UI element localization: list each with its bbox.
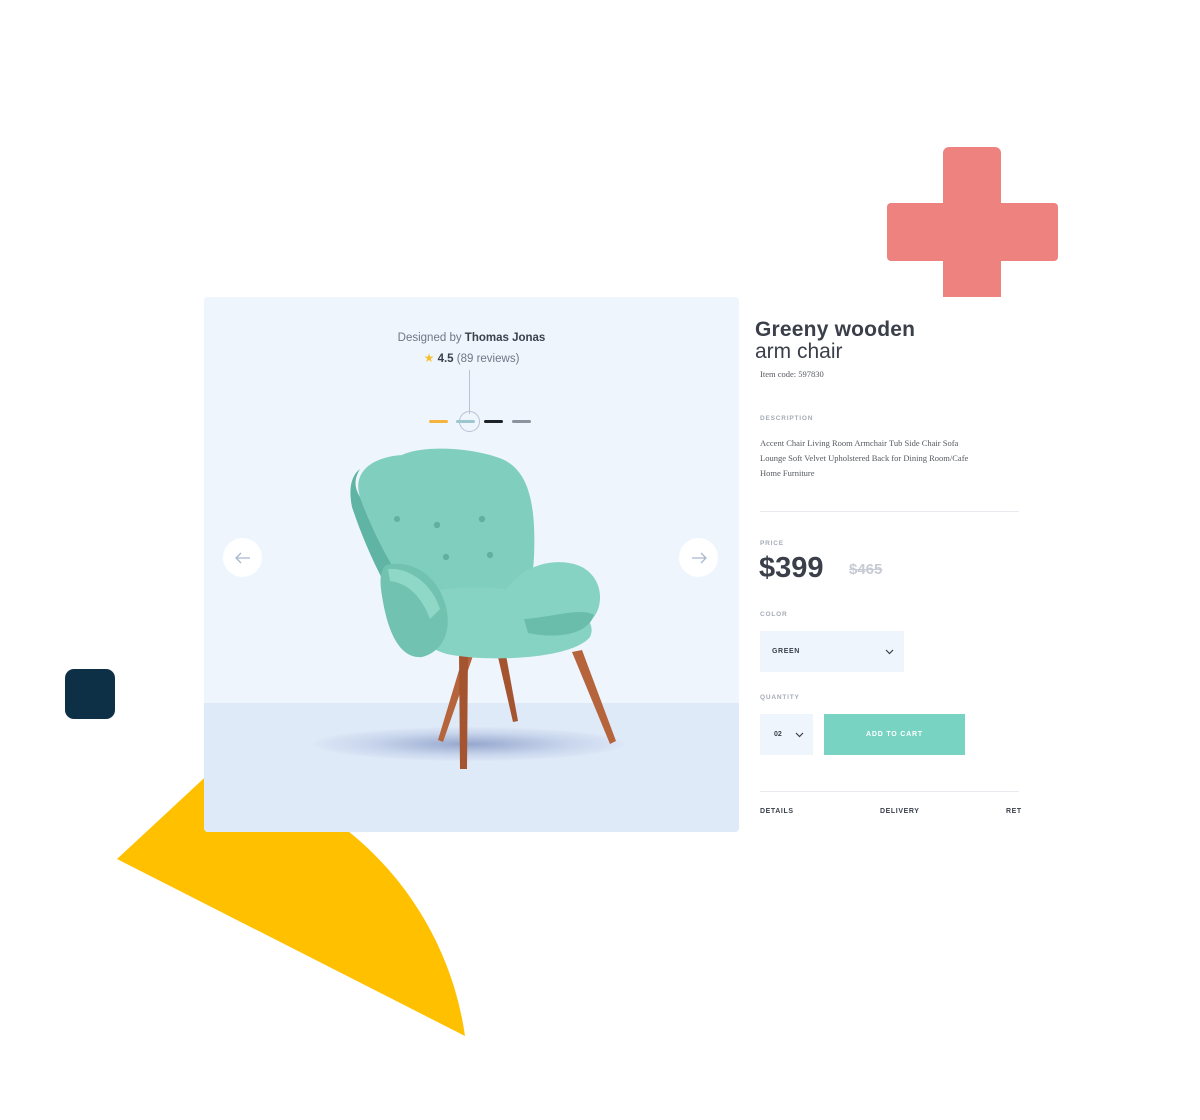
divider — [760, 791, 1019, 792]
rating: ★ 4.5 (89 reviews) — [204, 351, 739, 365]
color-select-value: GREEN — [772, 648, 800, 655]
quantity-label: QUANTITY — [760, 694, 800, 701]
tab-delivery[interactable]: DELIVERY — [880, 808, 920, 815]
color-swatch-orange[interactable] — [429, 420, 448, 423]
item-code: Item code: 597830 — [760, 369, 824, 379]
color-swatch-gray[interactable] — [512, 420, 531, 423]
tab-returns[interactable]: RET — [1006, 808, 1022, 815]
divider — [760, 511, 1019, 512]
chevron-down-icon — [795, 732, 804, 737]
review-count[interactable]: (89 reviews) — [457, 353, 520, 365]
arrow-right-icon — [691, 552, 707, 563]
product-image-panel: Designed by Thomas Jonas ★ 4.5 (89 revie… — [204, 297, 739, 832]
product-subtitle: arm chair — [755, 340, 843, 363]
quantity-select[interactable]: 02 — [760, 714, 813, 755]
rating-value: 4.5 — [437, 353, 454, 365]
decorative-cross-horizontal — [887, 203, 1058, 261]
product-title: Greeny wooden — [755, 318, 916, 341]
add-to-cart-button[interactable]: ADD TO CART — [824, 714, 965, 755]
description-line: Home Furniture — [760, 468, 815, 478]
color-swatch-black[interactable] — [484, 420, 503, 423]
star-icon: ★ — [423, 351, 435, 365]
chevron-down-icon — [885, 649, 894, 654]
designer-credit: Designed by Thomas Jonas — [204, 332, 739, 344]
color-label: COLOR — [760, 611, 788, 618]
price-label: PRICE — [760, 540, 784, 547]
description-line: Accent Chair Living Room Armchair Tub Si… — [760, 438, 959, 448]
quantity-select-value: 02 — [774, 731, 782, 738]
description-label: DESCRIPTION — [760, 415, 814, 422]
color-swatch-teal[interactable] — [456, 420, 475, 423]
decorative-square — [65, 669, 115, 719]
swatch-pointer-line — [469, 370, 470, 414]
next-image-button[interactable] — [679, 538, 718, 577]
tab-details[interactable]: DETAILS — [760, 808, 794, 815]
color-select[interactable]: GREEN — [760, 631, 904, 672]
old-price: $465 — [849, 561, 883, 578]
price: $399 — [759, 552, 824, 584]
designer-name[interactable]: Thomas Jonas — [465, 332, 546, 344]
prev-image-button[interactable] — [223, 538, 262, 577]
chair-image — [350, 448, 616, 769]
description-text: Accent Chair Living Room Armchair Tub Si… — [760, 436, 1010, 481]
designer-prefix: Designed by — [397, 332, 462, 344]
description-line: Lounge Soft Velvet Upholstered Back for … — [760, 453, 969, 463]
arrow-left-icon — [234, 552, 250, 563]
